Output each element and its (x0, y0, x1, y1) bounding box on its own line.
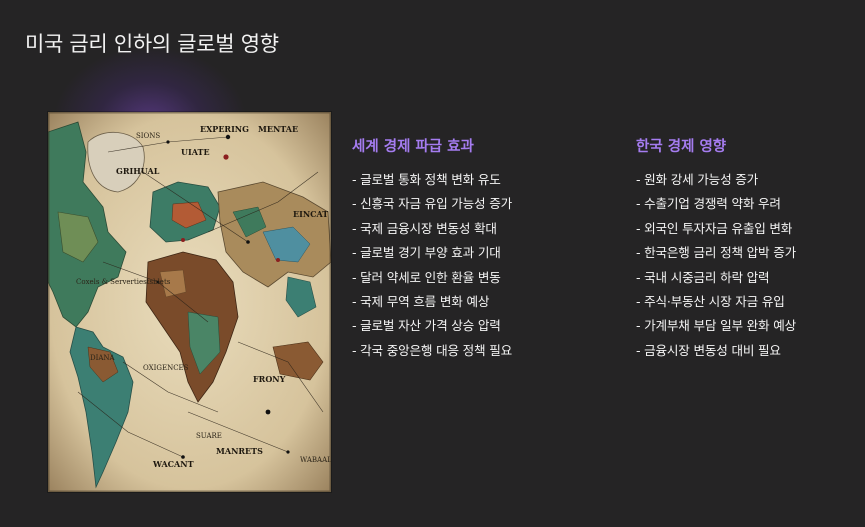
map-label: GRIHUAL (116, 166, 160, 176)
map-label: SIONS (136, 132, 160, 140)
map-label: UIATE (181, 147, 210, 157)
map-label: MENTAE (258, 124, 298, 134)
list-item: - 국내 시중금리 하락 압력 (636, 269, 770, 285)
list-item: - 주식·부동산 시장 자금 유입 (636, 294, 785, 310)
korea-effects-heading: 한국 경제 영향 (636, 139, 727, 155)
map-label: EXPERING (200, 124, 249, 134)
map-label: SUARE (196, 432, 222, 440)
slide: 미국 금리 인하의 글로벌 영향 EXPERING MENTAE SIONS U… (0, 0, 865, 527)
world-map-image: EXPERING MENTAE SIONS UIATE GRIHUAL EINC… (48, 112, 331, 492)
map-label: Coxels & Servertiestsblets (76, 278, 171, 286)
list-item: - 한국은행 금리 정책 압박 증가 (636, 245, 796, 261)
list-item: - 국제 무역 흐름 변화 예상 (352, 294, 490, 310)
map-label: EINCAT (293, 209, 328, 219)
list-item: - 외국인 투자자금 유출입 변화 (636, 220, 793, 236)
map-label: WACANT (152, 459, 194, 469)
list-item: - 신흥국 자금 유입 가능성 증가 (352, 196, 512, 212)
list-item: - 수출기업 경쟁력 약화 우려 (636, 196, 781, 212)
korea-effects-list: - 원화 강세 가능성 증가 - 수출기업 경쟁력 약화 우려 - 외국인 투자… (636, 168, 796, 363)
map-label: WABAALE PROCESS DANOS (300, 456, 331, 464)
list-item: - 각국 중앙은행 대응 정책 필요 (352, 342, 512, 358)
map-label: FRONY (253, 374, 286, 384)
list-item: - 글로벌 경기 부양 효과 기대 (352, 245, 501, 261)
list-item: - 원화 강세 가능성 증가 (636, 172, 759, 187)
map-label: MANRETS (216, 446, 263, 456)
page-title: 미국 금리 인하의 글로벌 영향 (25, 32, 279, 56)
list-item: - 글로벌 통화 정책 변화 유도 (352, 172, 501, 187)
list-item: - 가계부채 부담 일부 완화 예상 (636, 318, 796, 334)
korea-effects-column: 한국 경제 영향 - 원화 강세 가능성 증가 - 수출기업 경쟁력 약화 우려… (636, 135, 796, 363)
list-item: - 달러 약세로 인한 환율 변동 (352, 269, 501, 285)
list-item: - 금융시장 변동성 대비 필요 (636, 342, 781, 358)
list-item: - 글로벌 자산 가격 상승 압력 (352, 318, 501, 334)
global-effects-heading: 세계 경제 파급 효과 (352, 139, 474, 155)
map-label: DIANA (90, 354, 116, 362)
list-item: - 국제 금융시장 변동성 확대 (352, 220, 497, 236)
map-label: OXIGENCES (143, 364, 189, 372)
global-effects-list: - 글로벌 통화 정책 변화 유도 - 신흥국 자금 유입 가능성 증가 - 국… (352, 168, 512, 363)
global-effects-column: 세계 경제 파급 효과 - 글로벌 통화 정책 변화 유도 - 신흥국 자금 유… (352, 135, 512, 363)
